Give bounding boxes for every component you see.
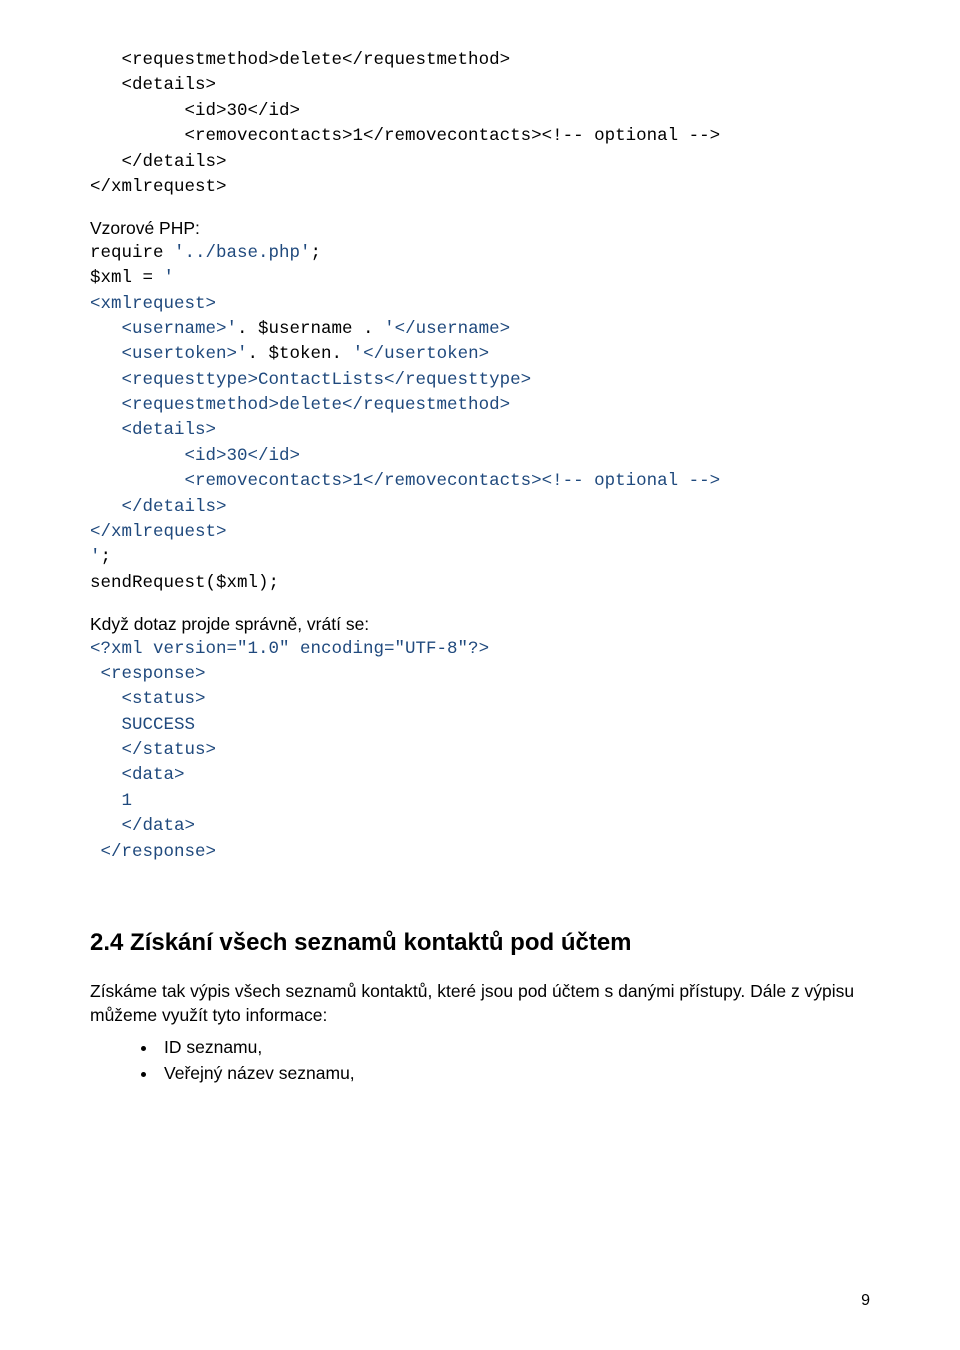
code-line: $xml = ' — [90, 266, 870, 291]
code-line: </details> — [90, 495, 870, 520]
code-line: <username>'. $username . '</username> — [90, 317, 870, 342]
code-line: </status> — [90, 738, 870, 763]
code-line: <?xml version="1.0" encoding="UTF-8"?> — [90, 637, 870, 662]
section-paragraph: Získáme tak výpis všech seznamů kontaktů… — [90, 979, 870, 1028]
code-line: <xmlrequest> — [90, 292, 870, 317]
xml-top-block: <requestmethod>delete</requestmethod> <d… — [90, 48, 870, 200]
code-line: <details> — [90, 73, 870, 98]
code-line: </details> — [90, 150, 870, 175]
code-line: <data> — [90, 763, 870, 788]
code-line: </data> — [90, 814, 870, 839]
code-line: <requestmethod>delete</requestmethod> — [90, 48, 870, 73]
bullet-list: ID seznamu, Veřejný název seznamu, — [90, 1034, 870, 1087]
response-block: <?xml version="1.0" encoding="UTF-8"?> <… — [90, 637, 870, 865]
code-line: </xmlrequest> — [90, 520, 870, 545]
code-line: <removecontacts>1</removecontacts><!-- o… — [90, 469, 870, 494]
list-item: Veřejný název seznamu, — [158, 1060, 870, 1086]
code-line: <id>30</id> — [90, 444, 870, 469]
php-block: require '../base.php'; $xml = ' <xmlrequ… — [90, 241, 870, 596]
code-line: <details> — [90, 418, 870, 443]
code-line: <removecontacts>1</removecontacts><!-- o… — [90, 124, 870, 149]
label-vzorove-php: Vzorové PHP: — [90, 216, 870, 241]
code-line: <usertoken>'. $token. '</usertoken> — [90, 342, 870, 367]
section-heading: 2.4 Získání všech seznamů kontaktů pod ú… — [90, 929, 870, 957]
code-line: <requestmethod>delete</requestmethod> — [90, 393, 870, 418]
code-line: 1 — [90, 789, 870, 814]
code-line: '; — [90, 545, 870, 570]
code-line: <requesttype>ContactLists</requesttype> — [90, 368, 870, 393]
code-line: </xmlrequest> — [90, 175, 870, 200]
code-line: sendRequest($xml); — [90, 571, 870, 596]
code-line: <status> — [90, 687, 870, 712]
code-line: <id>30</id> — [90, 99, 870, 124]
code-line: </response> — [90, 840, 870, 865]
code-line: <response> — [90, 662, 870, 687]
label-response: Když dotaz projde správně, vrátí se: — [90, 612, 870, 637]
list-item: ID seznamu, — [158, 1034, 870, 1060]
code-line: SUCCESS — [90, 713, 870, 738]
code-line: require '../base.php'; — [90, 241, 870, 266]
page-number: 9 — [861, 1292, 870, 1310]
